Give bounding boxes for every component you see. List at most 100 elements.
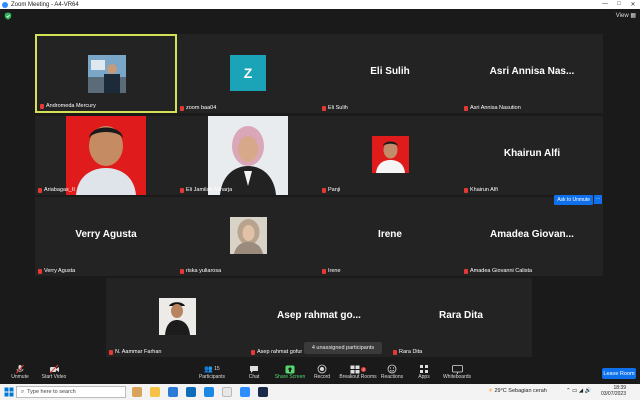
mic-off-icon [16, 364, 24, 374]
security-shield-icon[interactable] [4, 12, 12, 20]
participant-name-label: Eli Jamilah Miharja [180, 187, 232, 193]
participants-label: Participants [198, 374, 226, 380]
participant-display-name: Amadea Giovan... [490, 229, 574, 240]
participant-tile-irene[interactable]: Irene Irene [319, 197, 461, 276]
mic-muted-icon [180, 268, 184, 274]
participant-tile-riska[interactable]: riska yuliarosa [177, 197, 319, 276]
taskbar-search-box[interactable]: ⌕ Type here to search [16, 386, 126, 398]
app-taskbar-icon[interactable] [258, 387, 268, 397]
whiteboards-button[interactable]: Whiteboards [437, 364, 477, 380]
participant-name-label: Irene [322, 268, 341, 274]
search-placeholder: Type here to search [27, 389, 76, 395]
zoom-taskbar-icon[interactable] [240, 387, 250, 397]
participant-name-label: N. Aammar Farhan [109, 349, 161, 355]
store-icon[interactable] [222, 387, 232, 397]
mic-muted-icon [38, 268, 42, 274]
mic-muted-icon [464, 105, 468, 111]
participant-tile-khairun[interactable]: Khairun Alfi Khairun Alfi [461, 116, 603, 195]
mic-muted-icon [180, 105, 184, 111]
participant-video-ariabagas [66, 116, 146, 195]
window-titlebar: Zoom Meeting - A4-VR64 — □ ✕ [0, 0, 640, 9]
participant-name-label: Khairun Alfi [464, 187, 498, 193]
participant-display-name: Khairun Alfi [503, 148, 561, 159]
participant-display-name: Verry Agusta [75, 229, 137, 240]
mic-muted-icon [251, 349, 255, 355]
mic-muted-icon [464, 268, 468, 274]
edge-icon[interactable] [204, 387, 214, 397]
apps-icon [420, 365, 428, 373]
mic-muted-icon [38, 187, 42, 193]
unmute-label: Unmute [11, 374, 29, 380]
close-button[interactable]: ✕ [626, 1, 640, 8]
breakout-rooms-icon [350, 365, 360, 373]
participant-name-label: Verry Agusta [38, 268, 75, 274]
mic-muted-icon [393, 349, 397, 355]
share-screen-label: Share Screen [274, 374, 306, 380]
zoom-logo-icon [2, 1, 8, 8]
participant-display-name: Asri Annisa Nas... [489, 66, 575, 77]
participant-tile-andromeda[interactable]: Andromeda Mercury [35, 34, 177, 113]
participant-tile-aammar[interactable]: N. Aammar Farhan [106, 278, 248, 357]
start-video-label: Start Video [41, 374, 67, 380]
start-video-button[interactable]: Start Video [34, 364, 74, 380]
participant-video-riska [230, 217, 267, 254]
participant-video-aammar [159, 298, 196, 335]
participants-count: 15 [214, 366, 220, 372]
participant-tile-asri[interactable]: Asri Annisa Nas... Asri Annisa Nasution [461, 34, 603, 113]
record-icon [317, 364, 327, 374]
meeting-toolbar: Unmute Start Video 👥 15 Participants Chat… [0, 363, 640, 384]
more-options-button[interactable]: ··· [594, 195, 602, 204]
mic-muted-icon [322, 268, 326, 274]
weather-icon: ☀ [488, 388, 493, 394]
participant-name-label: Ariabagas_II [38, 187, 75, 193]
system-tray-icons[interactable]: ⌃ ▭ ◢ 🔊 [566, 388, 591, 394]
participant-display-name: Rara Dita [439, 310, 483, 321]
participant-tile-zoom[interactable]: Z zoom baa04 [177, 34, 319, 113]
edge-browser-icon[interactable] [168, 387, 178, 397]
taskbar-clock[interactable]: 18:39 03/07/2023 [601, 385, 626, 397]
video-off-icon [49, 364, 59, 374]
ask-to-unmute-button[interactable]: Ask to Unmute [554, 195, 593, 205]
windows-start-icon[interactable] [4, 387, 14, 397]
participant-video-panji [372, 136, 409, 173]
participant-display-name: Irene [378, 229, 402, 240]
weather-widget[interactable]: ☀ 29°C Sebagian cerah [488, 388, 547, 394]
apps-label: Apps [418, 374, 430, 380]
participant-tile-amadea[interactable]: Ask to Unmute ··· Amadea Giovan... Amade… [461, 195, 603, 276]
mic-muted-icon [322, 105, 326, 111]
view-button[interactable]: View ▦ [616, 12, 636, 19]
participant-name-label: Asri Annisa Nasution [464, 105, 521, 111]
view-label: View [615, 13, 629, 19]
window-title: Zoom Meeting - A4-VR64 [11, 1, 79, 8]
mic-muted-icon [40, 103, 44, 109]
participants-button[interactable]: 👥 15 Participants [192, 364, 232, 380]
chat-button[interactable]: Chat [234, 364, 274, 380]
task-view-icon[interactable] [132, 387, 142, 397]
share-screen-icon [285, 365, 295, 373]
smiley-icon [387, 364, 397, 374]
leave-room-button[interactable]: Leave Room [602, 368, 636, 379]
chat-icon [250, 365, 258, 373]
participant-tile-ariabagas[interactable]: Ariabagas_II [35, 116, 177, 195]
participant-tile-rara[interactable]: Rara Dita Rara Dita [390, 278, 532, 357]
participant-name-label: Amadea Giovanni Calista [464, 268, 532, 274]
mail-icon[interactable] [186, 387, 196, 397]
participant-display-name: Asep rahmat go... [277, 310, 361, 321]
record-label: Record [313, 374, 331, 380]
participant-tile-elijamilah[interactable]: Eli Jamilah Miharja [177, 116, 319, 195]
participant-name-label: riska yuliarosa [180, 268, 221, 274]
file-explorer-icon[interactable] [150, 387, 160, 397]
participant-tile-verry[interactable]: Verry Agusta Verry Agusta [35, 197, 177, 276]
gallery-view: Andromeda Mercury Z zoom baa04 Eli Sulih… [0, 25, 640, 363]
participant-tile-panji[interactable]: Panji [319, 116, 461, 195]
chat-label: Chat [248, 374, 260, 380]
breakout-rooms-badge: 4 [360, 366, 367, 372]
participant-name-label: Rara Dita [393, 349, 422, 355]
participant-tile-eli[interactable]: Eli Sulih Eli Sulih [319, 34, 461, 113]
maximize-button[interactable]: □ [612, 1, 626, 8]
minimize-button[interactable]: — [598, 1, 612, 8]
weather-text: 29°C Sebagian cerah [494, 388, 547, 394]
whiteboard-icon [451, 364, 463, 374]
record-button[interactable]: Record [302, 364, 342, 380]
unassigned-participants-popup[interactable]: 4 unassigned participants [304, 342, 382, 354]
